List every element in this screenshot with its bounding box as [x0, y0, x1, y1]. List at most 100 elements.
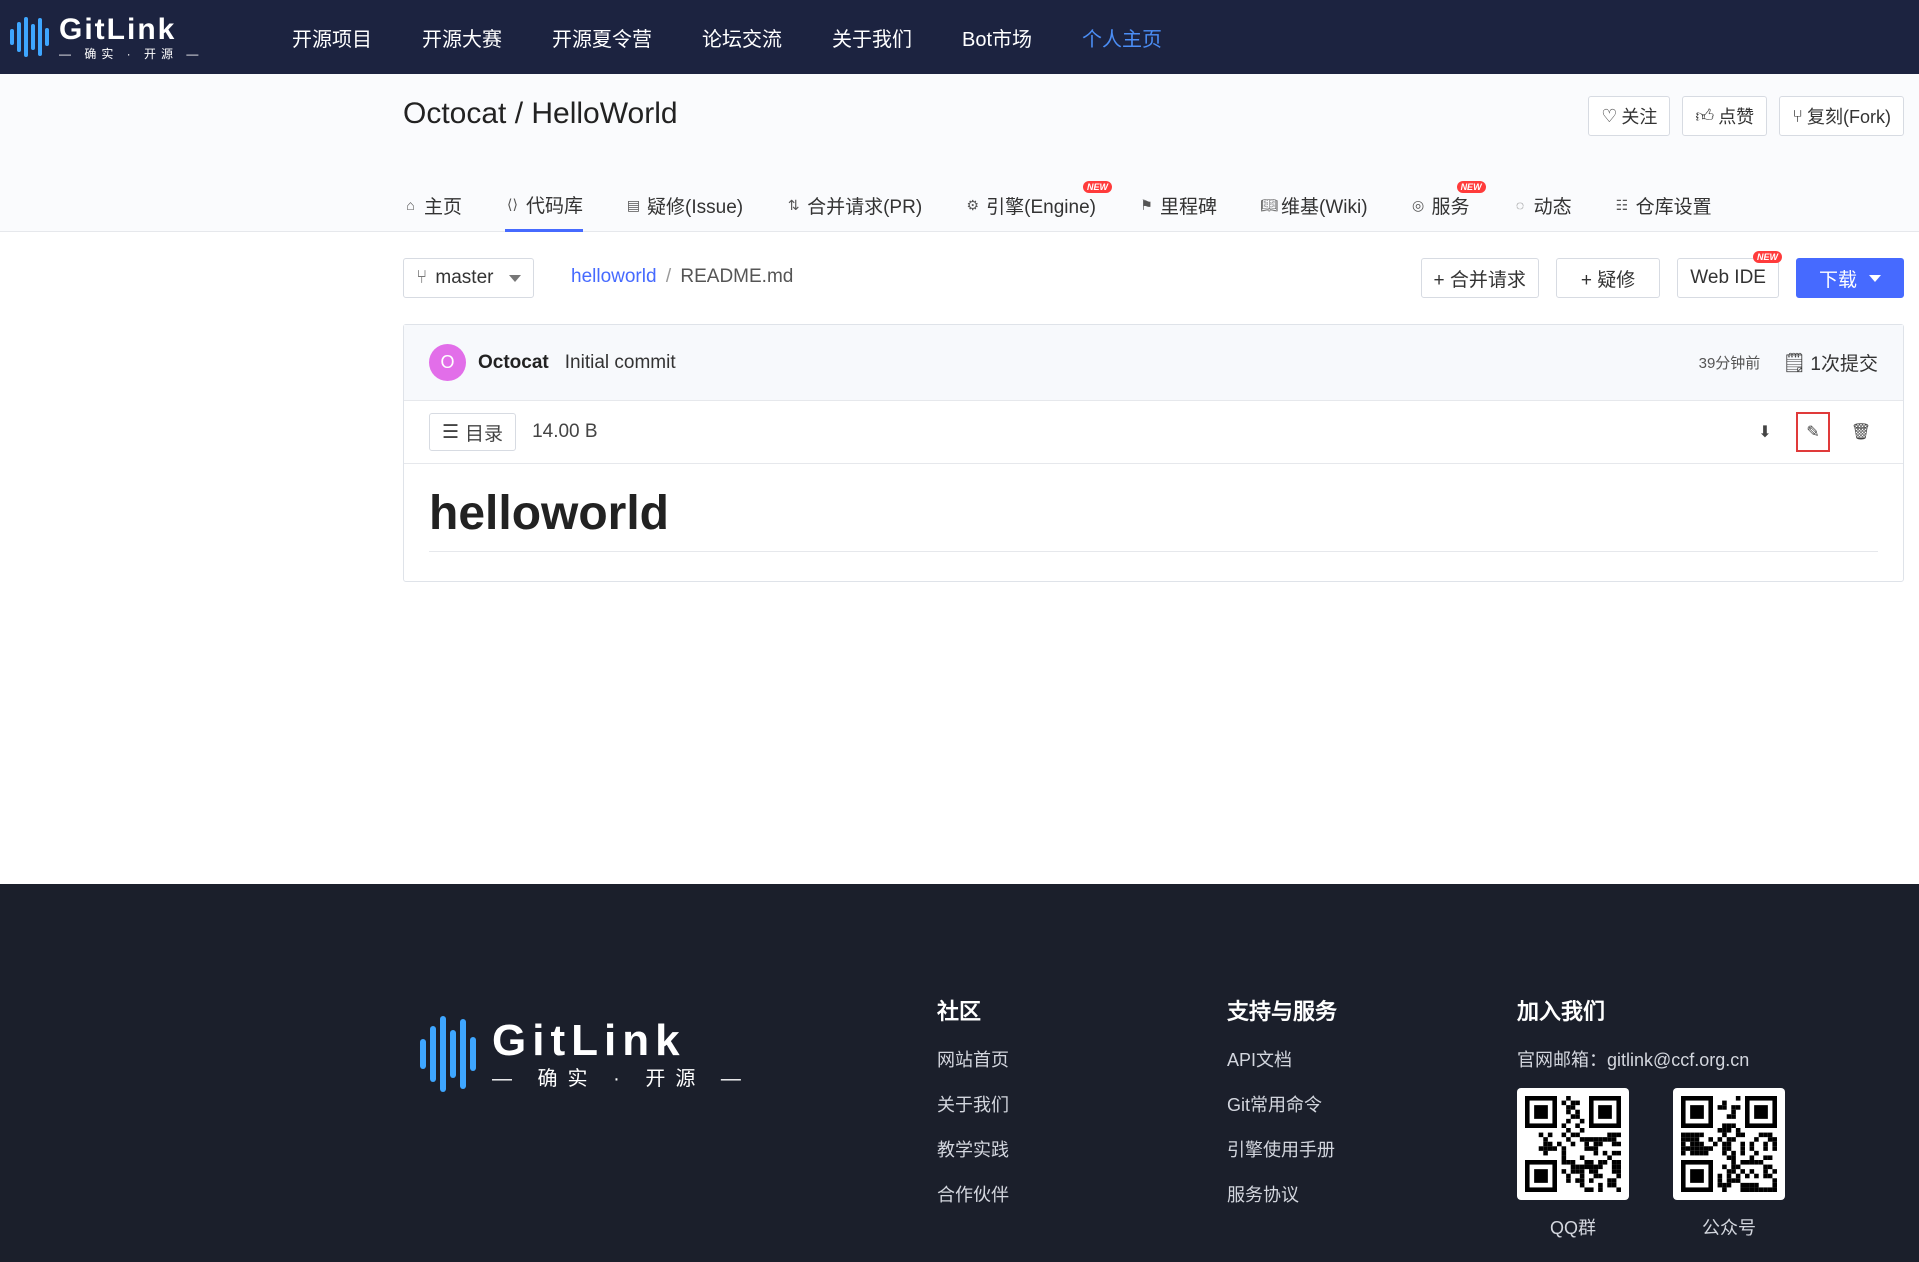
new-issue-button[interactable]: + 疑修 [1555, 258, 1661, 298]
tab-4[interactable]: ⚙ 引擎(Engine) NEW [965, 179, 1112, 232]
tab-2[interactable]: ▤ 疑修(Issue) [626, 179, 743, 232]
toc-button[interactable]: ☰ 目录 [429, 413, 517, 451]
branch-icon: ⑂ [416, 267, 428, 288]
service-icon: ◎ [1411, 197, 1425, 213]
main-nav: 开源项目 开源大赛 开源夏令营 论坛交流 关于我们 Bot市场 个人主页 [292, 0, 1212, 74]
nav-link-4[interactable]: 关于我们 [832, 23, 912, 52]
footer-link-teaching[interactable]: 教学实践 [937, 1136, 1009, 1162]
tab-3[interactable]: ⇅ 合并请求(PR) [786, 179, 922, 232]
footer-link-engine-manual[interactable]: 引擎使用手册 [1227, 1136, 1337, 1162]
file-toolbar: + 合并请求 + 疑修 Web IDE NEW 下载 [1420, 251, 1904, 298]
nav-link-3[interactable]: 论坛交流 [702, 23, 782, 52]
footer-link-home[interactable]: 网站首页 [937, 1046, 1009, 1072]
logo-text: GitLink [59, 12, 177, 46]
watch-button[interactable]: ♡ 关注 [1588, 96, 1671, 136]
tab-label: 服务 [1431, 197, 1470, 218]
top-navbar: GitLink — 确实 · 开源 — 开源项目 开源大赛 开源夏令营 论坛交流 关于我… [0, 0, 1919, 74]
tab-label: 疑修(Issue) [647, 197, 744, 218]
footer-link-git-commands[interactable]: Git常用命令 [1227, 1091, 1337, 1117]
issue-icon: ▤ [626, 197, 641, 213]
tab-label: 里程碑 [1160, 197, 1218, 218]
footer-community: 社区 网站首页 关于我们 教学实践 合作伙伴 [937, 999, 1009, 1207]
star-button[interactable]: 👍︎ 点赞 [1682, 96, 1768, 136]
tab-1[interactable]: ⟨⟩ 代码库 [505, 179, 584, 232]
tab-label: 引擎(Engine) [986, 197, 1096, 218]
footer-logo-tagline: — 确实 · 开源 — [492, 1068, 751, 1090]
tab-9[interactable]: ☷ 仓库设置 [1615, 179, 1712, 232]
commit-message[interactable]: Initial commit [565, 352, 676, 374]
tab-6[interactable]: 📖︎ 维基(Wiki) [1260, 179, 1368, 232]
footer-link-about[interactable]: 关于我们 [937, 1091, 1009, 1117]
fork-button[interactable]: ⑂ 复刻(Fork) [1779, 96, 1904, 136]
readme-heading: helloworld [429, 486, 1878, 552]
logo-tagline: — 确实 · 开源 — [59, 46, 204, 61]
flag-icon: ⚑ [1140, 197, 1153, 213]
footer-join: 加入我们 官网邮箱：gitlink@ccf.org.cn QQ群 公众号 [1517, 994, 1785, 1240]
tab-8[interactable]: ◌ 动态 [1513, 179, 1572, 232]
home-icon: ⌂ [406, 197, 415, 213]
branch-selector[interactable]: ⑂ master [403, 258, 534, 298]
tab-5[interactable]: ⚑ 里程碑 [1139, 179, 1217, 232]
logo-bars-icon [10, 15, 49, 59]
heart-icon: ♡ [1601, 105, 1618, 126]
breadcrumb: helloworld / README.md [571, 266, 794, 287]
nav-link-2[interactable]: 开源夏令营 [552, 23, 652, 52]
footer-logo-text: GitLink [492, 1016, 686, 1065]
qr-code-icon [1525, 1096, 1621, 1192]
tab-label: 仓库设置 [1635, 197, 1712, 218]
edit-icon[interactable]: ✎ [1796, 412, 1830, 452]
logo-bars-icon [420, 1014, 476, 1094]
new-pull-request-button[interactable]: + 合并请求 [1420, 258, 1539, 298]
tab-7[interactable]: ◎ 服务 NEW [1411, 179, 1486, 232]
trash-icon[interactable]: 🗑︎ [1844, 412, 1878, 452]
tab-label: 合并请求(PR) [807, 197, 923, 218]
repo-title[interactable]: Octocat / HelloWorld [403, 97, 678, 131]
branch-name: master [435, 267, 494, 288]
footer-link-service-terms[interactable]: 服务协议 [1227, 1181, 1337, 1207]
commit-list-icon: 🗒︎ [1782, 352, 1807, 374]
new-badge: NEW [1456, 181, 1486, 193]
nav-link-6[interactable]: 个人主页 [1082, 23, 1162, 52]
thumbs-up-icon: 👍︎ [1695, 106, 1715, 126]
web-ide-button[interactable]: Web IDE NEW [1677, 251, 1782, 298]
readme-content: helloworld [404, 464, 1903, 552]
nav-link-0[interactable]: 开源项目 [292, 23, 372, 52]
commit-time: 39分钟前 [1698, 355, 1761, 372]
footer-email: 官网邮箱：gitlink@ccf.org.cn [1517, 1050, 1750, 1070]
qr-code-icon [1681, 1096, 1777, 1192]
activity-icon: ◌ [1515, 197, 1525, 213]
list-icon: ☰ [442, 421, 460, 443]
footer-link-api-docs[interactable]: API文档 [1227, 1046, 1337, 1072]
footer-support: 支持与服务 API文档 Git常用命令 引擎使用手册 服务协议 [1227, 999, 1338, 1207]
commit-count-link[interactable]: 🗒︎ 1次提交 [1782, 349, 1878, 376]
new-badge: NEW [1083, 181, 1112, 193]
wechat-qr: 公众号 [1673, 1088, 1785, 1240]
file-card: O Octocat Initial commit 39分钟前 🗒︎ 1次提交 ☰… [403, 324, 1904, 582]
download-button[interactable]: 下载 [1795, 258, 1904, 298]
code-icon: ⟨⟩ [507, 195, 518, 212]
engine-icon: ⚙ [966, 197, 979, 213]
tab-label: 维基(Wiki) [1281, 197, 1368, 218]
gitlink-logo[interactable]: GitLink — 确实 · 开源 — [10, 14, 235, 60]
footer-logo: GitLink — 确实 · 开源 — [420, 1014, 751, 1094]
pull-request-icon: ⇅ [787, 197, 800, 213]
fork-icon: ⑂ [1792, 105, 1803, 126]
footer-link-partners[interactable]: 合作伙伴 [937, 1181, 1009, 1207]
new-badge: NEW [1752, 251, 1782, 263]
caret-down-icon [1869, 274, 1881, 282]
tab-label: 主页 [424, 197, 463, 218]
file-size: 14.00 B [532, 421, 598, 442]
file-info-bar: ☰ 目录 14.00 B ⬇ ✎ 🗑︎ [404, 401, 1903, 464]
repo-tabs: ⌂ 主页 ⟨⟩ 代码库 ▤ 疑修(Issue) ⇅ 合并请求(PR) ⚙ 引擎(Engine) NE… [403, 179, 1755, 232]
breadcrumb-repo-link[interactable]: helloworld [571, 266, 657, 287]
nav-link-5[interactable]: Bot市场 [962, 23, 1032, 52]
repo-header: Octocat / HelloWorld ♡ 关注 👍︎ 点赞 ⑂ 复刻(For… [0, 74, 1919, 232]
download-icon[interactable]: ⬇ [1748, 412, 1782, 452]
footer: GitLink — 确实 · 开源 — 社区 网站首页 关于我们 教学实践 合作… [0, 884, 1919, 1262]
tab-0[interactable]: ⌂ 主页 [403, 179, 462, 232]
avatar[interactable]: O [429, 344, 466, 381]
caret-down-icon [509, 274, 521, 282]
nav-link-1[interactable]: 开源大赛 [422, 23, 502, 52]
tab-label: 代码库 [526, 195, 584, 217]
commit-author[interactable]: Octocat [478, 352, 549, 374]
